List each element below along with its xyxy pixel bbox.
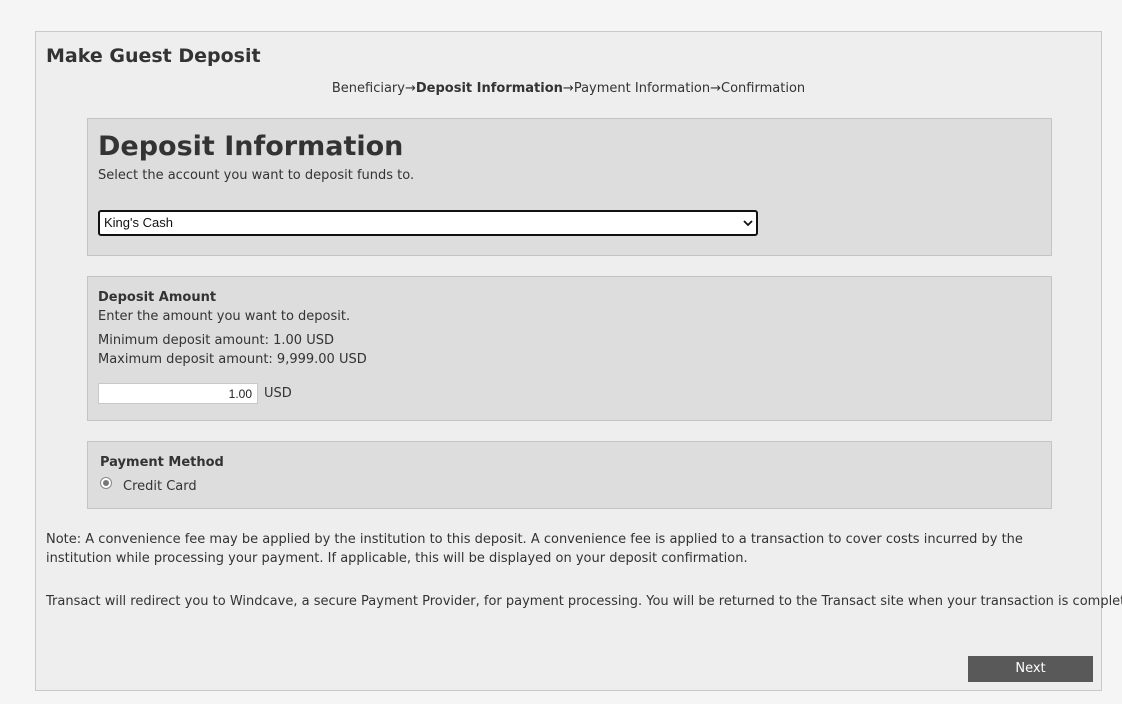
deposit-information-heading: Deposit Information: [98, 131, 404, 162]
deposit-amount-subtitle: Enter the amount you want to deposit.: [98, 309, 351, 324]
deposit-amount-title: Deposit Amount: [98, 290, 217, 305]
step-arrow: →: [710, 81, 722, 96]
deposit-form-container: Make Guest Deposit Beneficiary→Deposit I…: [35, 31, 1122, 691]
convenience-fee-note: Note: A convenience fee may be applied b…: [46, 532, 1023, 566]
step-confirmation: Confirmation: [721, 81, 806, 96]
step-arrow: →: [404, 81, 416, 96]
chevron-down-icon: [743, 212, 753, 242]
step-beneficiary: Beneficiary: [331, 81, 405, 96]
payment-method-title: Payment Method: [100, 455, 224, 470]
step-deposit-information: Deposit Information: [415, 81, 563, 96]
next-button[interactable]: Next: [968, 656, 1093, 682]
account-select[interactable]: King's Cash: [98, 210, 758, 236]
step-indicator: Beneficiary→Deposit Information→Payment …: [36, 81, 1101, 96]
step-arrow: →: [562, 81, 574, 96]
deposit-information-panel: Deposit Information Select the account y…: [87, 118, 1052, 256]
step-payment-information: Payment Information: [573, 81, 711, 96]
maximum-deposit-text: Maximum deposit amount: 9,999.00 USD: [98, 352, 367, 367]
redirect-notice: Transact will redirect you to Windcave, …: [46, 594, 1122, 609]
deposit-amount-panel: Deposit Amount Enter the amount you want…: [87, 276, 1052, 421]
account-select-value: King's Cash: [104, 215, 173, 230]
deposit-amount-input[interactable]: 1.00: [98, 383, 258, 404]
minimum-deposit-text: Minimum deposit amount: 1.00 USD: [98, 333, 334, 348]
credit-card-radio[interactable]: [100, 477, 112, 489]
payment-method-panel: Payment Method Credit Card: [87, 441, 1052, 509]
credit-card-label[interactable]: Credit Card: [123, 479, 197, 494]
currency-label: USD: [264, 386, 292, 401]
deposit-information-subtitle: Select the account you want to deposit f…: [98, 168, 415, 183]
page-title: Make Guest Deposit: [46, 45, 261, 67]
